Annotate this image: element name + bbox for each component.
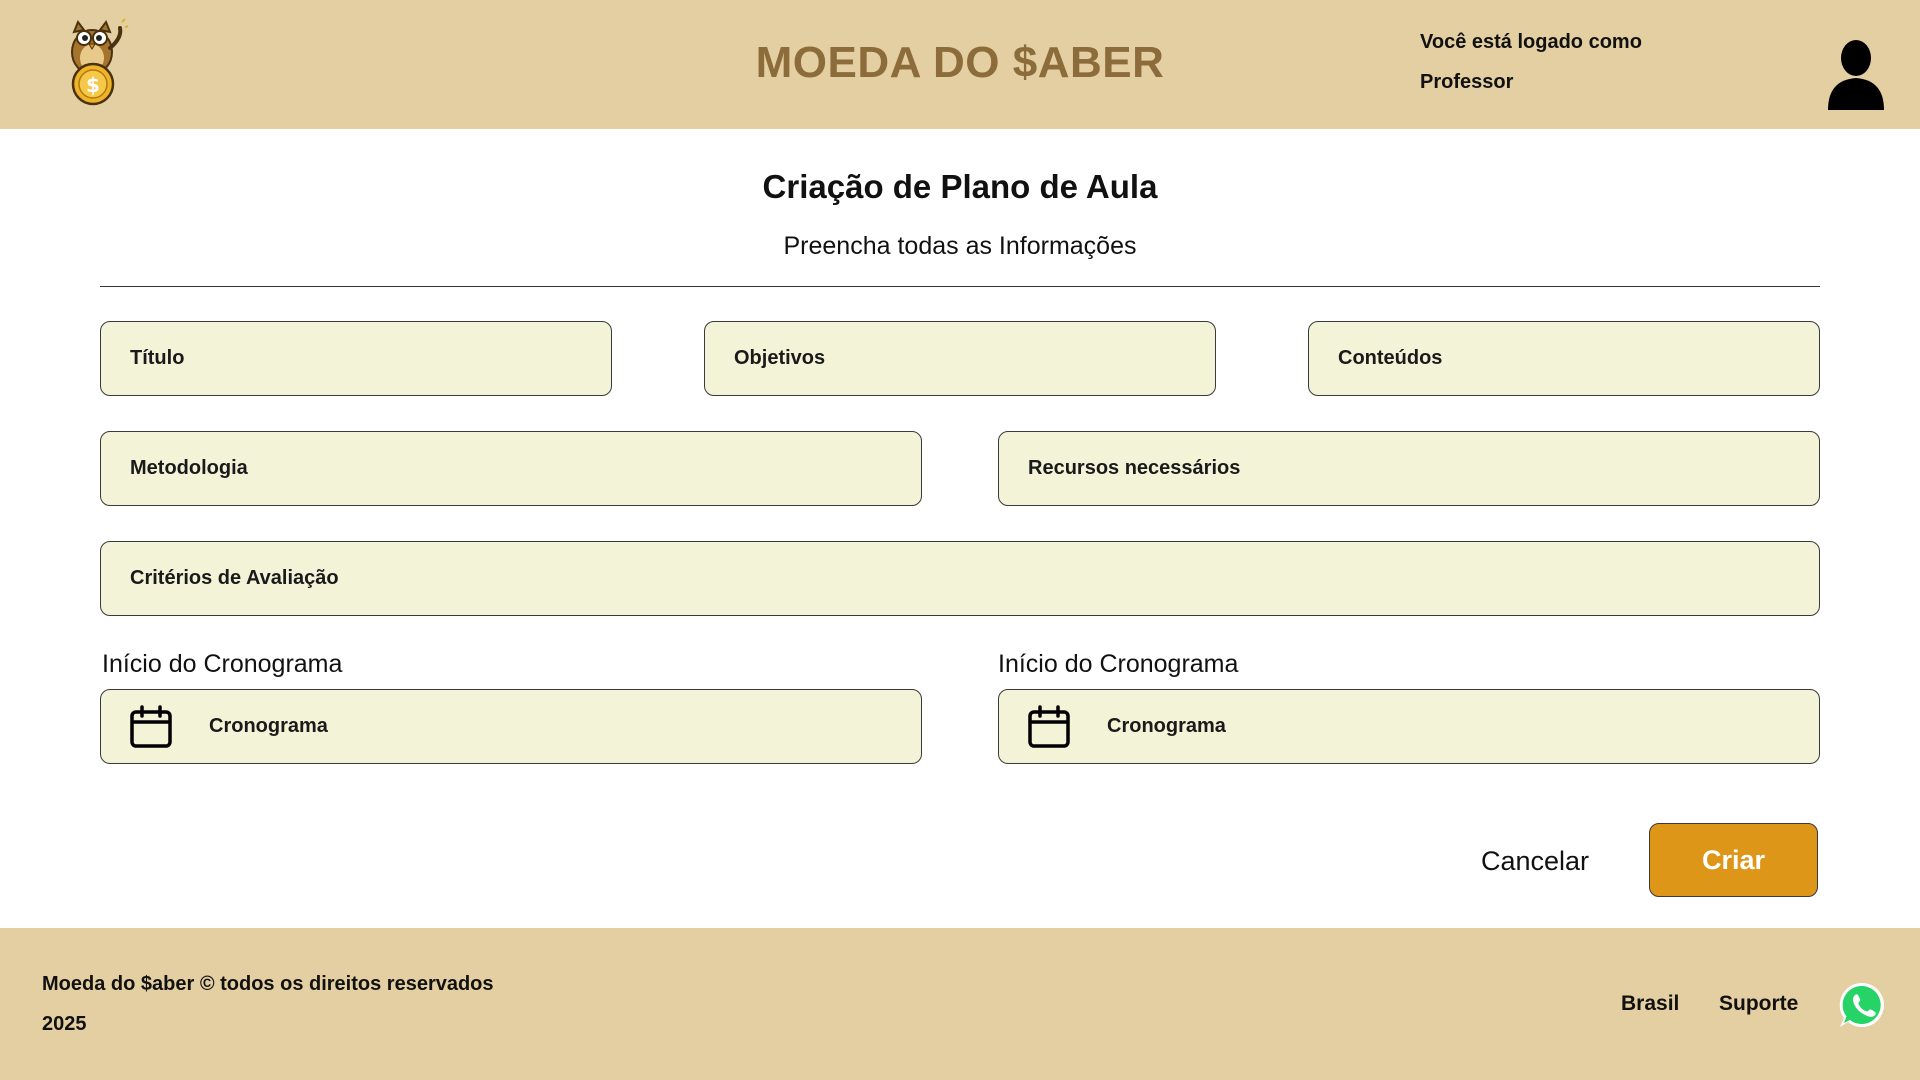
login-role-text: Professor <box>1420 71 1514 93</box>
copyright-year: 2025 <box>42 1013 87 1035</box>
cancel-button[interactable]: Cancelar <box>1460 840 1610 882</box>
login-info: Você está logado como Professor <box>1420 22 1642 102</box>
schedule-placeholder-2: Cronograma <box>1107 715 1226 737</box>
titulo-placeholder: Título <box>130 347 185 369</box>
objetivos-field[interactable]: Objetivos <box>704 321 1216 396</box>
login-status-text: Você está logado como <box>1420 31 1642 53</box>
calendar-icon <box>1028 704 1070 748</box>
objetivos-placeholder: Objetivos <box>734 347 826 369</box>
calendar-icon <box>130 704 172 748</box>
metodologia-placeholder: Metodologia <box>130 457 248 479</box>
metodologia-field[interactable]: Metodologia <box>100 431 922 506</box>
criterios-placeholder: Critérios de Avaliação <box>130 567 339 589</box>
footer-link-suporte[interactable]: Suporte <box>1719 992 1798 1016</box>
footer: Moeda do $aber © todos os direitos reser… <box>0 928 1920 1080</box>
recursos-placeholder: Recursos necessários <box>1028 457 1241 479</box>
user-avatar-icon[interactable] <box>1826 38 1886 110</box>
divider <box>100 286 1820 287</box>
whatsapp-icon[interactable] <box>1837 980 1887 1030</box>
recursos-field[interactable]: Recursos necessários <box>998 431 1820 506</box>
conteudos-field[interactable]: Conteúdos <box>1308 321 1820 396</box>
titulo-field[interactable]: Título <box>100 321 612 396</box>
create-button[interactable]: Criar <box>1649 823 1818 897</box>
criterios-avaliacao-field[interactable]: Critérios de Avaliação <box>100 541 1820 616</box>
page-subtitle: Preencha todas as Informações <box>783 232 1137 260</box>
copyright: Moeda do $aber © todos os direitos reser… <box>42 964 494 1044</box>
schedule-start-label-2: Início do Cronograma <box>998 650 1239 678</box>
schedule-placeholder-1: Cronograma <box>209 715 328 737</box>
page-title: Criação de Plano de Aula <box>762 168 1158 205</box>
header: $ MOEDA DO $ABER Você está logado como P… <box>0 0 1920 129</box>
schedule-field-2[interactable]: Cronograma <box>998 689 1820 764</box>
schedule-field-1[interactable]: Cronograma <box>100 689 922 764</box>
footer-link-brasil[interactable]: Brasil <box>1621 992 1679 1016</box>
copyright-text: Moeda do $aber © todos os direitos reser… <box>42 973 494 995</box>
conteudos-placeholder: Conteúdos <box>1338 347 1443 369</box>
schedule-start-label-1: Início do Cronograma <box>102 650 343 678</box>
